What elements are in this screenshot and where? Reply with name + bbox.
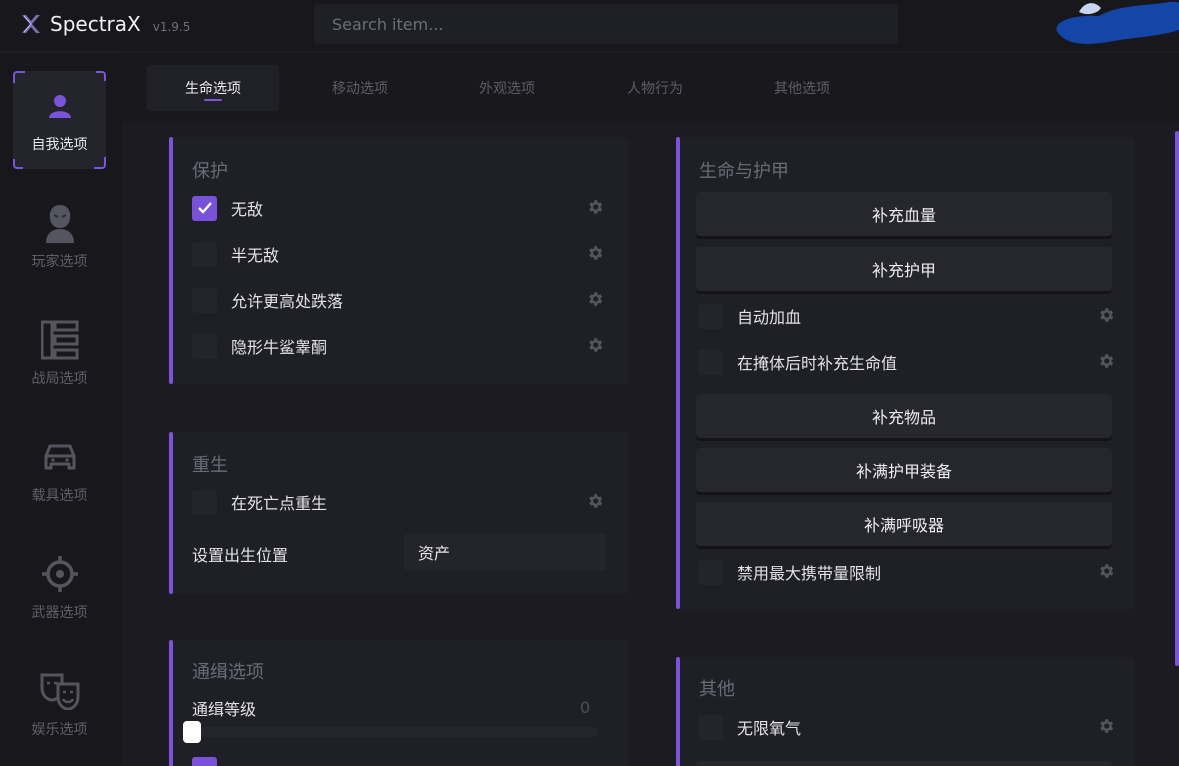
option-higher-fall[interactable]: 允许更高处跌落 bbox=[192, 285, 604, 315]
redaction-scribble bbox=[1056, 1, 1179, 44]
tab-character-behavior[interactable]: 人物行为 bbox=[589, 65, 721, 111]
option-label: 自动加血 bbox=[737, 308, 802, 327]
other-panel: 其他 无限氧气 bbox=[676, 657, 1135, 766]
theater-masks-icon bbox=[40, 671, 80, 711]
option-label: 半无敌 bbox=[231, 246, 280, 265]
sidebar-item-players[interactable]: 玩家选项 bbox=[13, 188, 106, 286]
sidebar-item-label: 武器选项 bbox=[31, 605, 88, 621]
panel-title: 重生 bbox=[192, 455, 228, 476]
top-bar: SpectraX v1.9.5 bbox=[0, 0, 1179, 52]
tab-movement[interactable]: 移动选项 bbox=[294, 65, 426, 111]
refill-items-button[interactable]: 补充物品 bbox=[696, 394, 1112, 438]
fill-rebreather-button[interactable]: 补满呼吸器 bbox=[696, 502, 1112, 546]
panel-title: 保护 bbox=[192, 161, 228, 182]
checkbox[interactable] bbox=[698, 714, 723, 740]
other-action-button[interactable] bbox=[696, 761, 1112, 766]
wanted-level-label: 通缉等级 bbox=[192, 700, 257, 719]
panel-accent-bar bbox=[169, 137, 173, 384]
refill-health-button[interactable]: 补充血量 bbox=[696, 192, 1112, 236]
option-semi-godmode[interactable]: 半无敌 bbox=[192, 239, 604, 269]
checkbox[interactable] bbox=[192, 757, 217, 766]
slider-knob[interactable] bbox=[183, 721, 201, 743]
gear-icon[interactable] bbox=[1097, 717, 1115, 735]
sidebar-item-label: 战局选项 bbox=[31, 371, 88, 387]
panel-accent-bar bbox=[169, 432, 173, 594]
option-label: 无敌 bbox=[231, 200, 264, 219]
refill-armor-button[interactable]: 补充护甲 bbox=[696, 247, 1112, 291]
wanted-level-slider[interactable] bbox=[192, 727, 598, 737]
option-invisible-bull-shark[interactable]: 隐形牛鲨睾酮 bbox=[192, 331, 604, 361]
sidebar-item-lobby[interactable]: 战局选项 bbox=[13, 305, 106, 403]
app-logo: SpectraX v1.9.5 bbox=[20, 12, 190, 36]
option-godmode[interactable]: 无敌 bbox=[192, 193, 604, 223]
gear-icon[interactable] bbox=[586, 492, 604, 510]
option-auto-heal[interactable]: 自动加血 bbox=[698, 301, 1115, 331]
sidebar-item-weapons[interactable]: 武器选项 bbox=[13, 539, 106, 637]
checkbox[interactable] bbox=[192, 241, 217, 267]
sidebar-item-label: 自我选项 bbox=[31, 137, 88, 153]
option-disable-carry-limit[interactable]: 禁用最大携带量限制 bbox=[698, 557, 1115, 587]
checkbox[interactable] bbox=[698, 349, 723, 375]
sidebar-item-label: 娱乐选项 bbox=[31, 722, 88, 738]
spawn-location-label: 设置出生位置 bbox=[192, 546, 289, 565]
panel-title: 生命与护甲 bbox=[699, 161, 789, 182]
crosshair-icon bbox=[40, 554, 80, 594]
sidebar: 自我选项 玩家选项 战局选项 载具选项 武器选项 娱乐选项 bbox=[0, 53, 122, 766]
panel-accent-bar bbox=[169, 640, 173, 766]
sidebar-item-label: 玩家选项 bbox=[31, 254, 88, 270]
option-label: 允许更高处跌落 bbox=[231, 292, 344, 311]
app-name: SpectraX bbox=[50, 12, 141, 36]
check-icon bbox=[197, 202, 212, 214]
main-content: 保护 无敌 半无敌 允许更高处跌落 隐形牛鲨睾酮 重生 在死亡点重生 设置出生位… bbox=[122, 123, 1179, 766]
panel-title: 通缉选项 bbox=[192, 662, 264, 683]
checkbox[interactable] bbox=[192, 195, 217, 221]
tab-other[interactable]: 其他选项 bbox=[736, 65, 868, 111]
fill-armor-gear-button[interactable]: 补满护甲装备 bbox=[696, 448, 1112, 492]
scrollbar-thumb[interactable] bbox=[1175, 131, 1179, 666]
respawn-panel: 重生 在死亡点重生 设置出生位置 资产 bbox=[169, 432, 628, 594]
tab-appearance[interactable]: 外观选项 bbox=[441, 65, 573, 111]
checkbox[interactable] bbox=[192, 287, 217, 313]
user-icon bbox=[40, 86, 80, 126]
spectrax-logo-icon bbox=[20, 13, 42, 35]
panel-accent-bar bbox=[676, 657, 680, 766]
tab-bar: 生命选项 移动选项 外观选项 人物行为 其他选项 bbox=[122, 53, 1179, 123]
option-label: 在死亡点重生 bbox=[231, 494, 328, 513]
checkbox[interactable] bbox=[698, 303, 723, 329]
panel-accent-bar bbox=[676, 137, 680, 609]
app-version: v1.9.5 bbox=[152, 20, 191, 34]
gear-icon[interactable] bbox=[586, 336, 604, 354]
option-label: 禁用最大携带量限制 bbox=[737, 564, 882, 583]
spawn-location-select[interactable]: 资产 bbox=[404, 534, 606, 570]
gear-icon[interactable] bbox=[586, 290, 604, 308]
option-label: 在掩体后时补充生命值 bbox=[737, 354, 898, 373]
option-label: 隐形牛鲨睾酮 bbox=[231, 338, 328, 357]
option-infinite-oxygen[interactable]: 无限氧气 bbox=[698, 712, 1115, 742]
gear-icon[interactable] bbox=[1097, 352, 1115, 370]
gear-icon[interactable] bbox=[586, 198, 604, 216]
protection-panel: 保护 无敌 半无敌 允许更高处跌落 隐形牛鲨睾酮 bbox=[169, 137, 628, 384]
checkbox[interactable] bbox=[192, 489, 217, 515]
health-armor-panel: 生命与护甲 补充血量 补充护甲 自动加血 在掩体后时补充生命值 补充物品 补满护… bbox=[676, 137, 1135, 609]
option-respawn-at-death[interactable]: 在死亡点重生 bbox=[192, 487, 604, 517]
checkbox[interactable] bbox=[698, 559, 723, 585]
option-label: 无限氧气 bbox=[737, 719, 802, 738]
panel-title: 其他 bbox=[699, 679, 735, 700]
sidebar-item-vehicles[interactable]: 载具选项 bbox=[13, 422, 106, 520]
car-icon bbox=[40, 437, 80, 477]
tab-health[interactable]: 生命选项 bbox=[147, 65, 279, 111]
wanted-panel: 通缉选项 通缉等级 0 bbox=[169, 640, 628, 766]
search-input[interactable] bbox=[314, 4, 898, 44]
checkbox[interactable] bbox=[192, 333, 217, 359]
wanted-level-value: 0 bbox=[580, 698, 591, 717]
player-icon bbox=[40, 203, 80, 243]
option-cover-heal[interactable]: 在掩体后时补充生命值 bbox=[698, 347, 1115, 377]
gear-icon[interactable] bbox=[1097, 306, 1115, 324]
gear-icon[interactable] bbox=[586, 244, 604, 262]
gear-icon[interactable] bbox=[1097, 562, 1115, 580]
sidebar-item-entertainment[interactable]: 娱乐选项 bbox=[13, 656, 106, 754]
sidebar-item-self[interactable]: 自我选项 bbox=[13, 71, 106, 169]
sidebar-item-label: 载具选项 bbox=[31, 488, 88, 504]
lobby-icon bbox=[40, 320, 80, 360]
